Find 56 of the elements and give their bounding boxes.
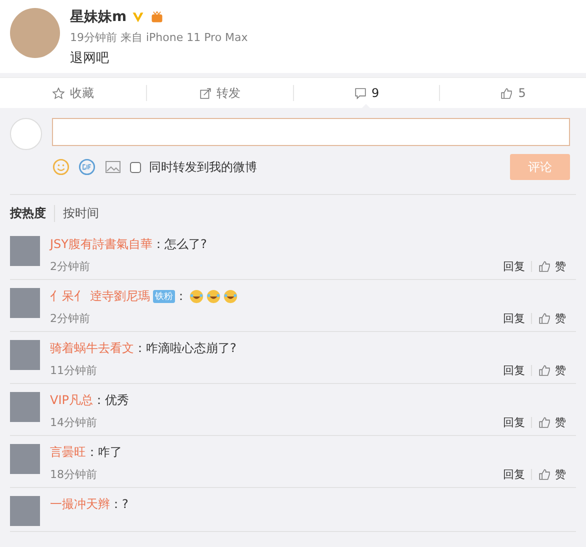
fan-badge: 铁粉 [152,290,175,303]
comment-time: 14分钟前 [50,415,97,430]
comment-time: 11分钟前 [50,363,97,378]
avatar [10,392,40,422]
avatar [10,340,40,370]
smiley-icon [52,158,70,176]
checkbox[interactable] [130,162,141,172]
comment-text: ：咋滴啦心态崩了? [134,340,236,357]
checkbox-label: 同时转发到我的微博 [149,158,257,176]
like-button[interactable]: 赞 [538,415,566,430]
like-button[interactable]: 赞 [538,363,566,378]
gif-icon [78,158,96,176]
like-button[interactable]: 5 [440,85,586,101]
comment-text: ：优秀 [92,392,129,409]
image-icon [104,159,122,175]
avatar [10,496,40,526]
repost-button[interactable]: 转发 [146,85,294,101]
comment-input[interactable] [52,118,570,146]
share-icon [198,86,212,100]
user-avatar [10,118,42,150]
like-button[interactable]: 赞 [538,467,566,482]
thumbs-up-icon [538,468,551,481]
comment-text: ：怎么了? [152,236,207,253]
thumbs-up-icon [538,312,551,325]
comment-time: 2分钟前 [50,311,90,326]
laughing-emoji-icon [222,289,238,304]
thumbs-up-icon [500,86,514,100]
author-name[interactable]: 星妹妹m [70,8,127,26]
comment-text: ：? [110,496,128,513]
post-text: 退网吧 [70,50,110,67]
comment-text: ： [174,288,187,305]
comment-time: 2分钟前 [50,259,90,274]
laughing-emoji-icon [206,289,221,304]
comment-icon [354,86,367,100]
thumbs-up-icon [538,364,551,377]
laughing-emoji-icon [188,289,204,304]
reply-button[interactable]: 回复 [503,259,525,274]
avatar [10,444,40,474]
comment-time: 18分钟前 [50,467,97,482]
avatar [10,236,40,266]
thumbs-up-icon [538,260,551,273]
star-icon [52,86,65,100]
reply-button[interactable]: 回复 [503,467,525,482]
reply-button[interactable]: 回复 [503,311,525,326]
like-button[interactable]: 赞 [538,259,566,274]
avatar [10,288,40,318]
comment-text: ：咋了 [86,444,122,461]
thumbs-up-icon [538,416,551,429]
sort-tab[interactable]: 按热度 [10,205,55,222]
like-button[interactable]: 赞 [538,311,566,326]
avatar [10,8,60,58]
favorite-button[interactable]: 收藏 [0,85,147,101]
sort-tab[interactable]: 按时间 [63,205,107,222]
reply-button[interactable]: 回复 [503,415,525,430]
post-meta: 19分钟前 来自 iPhone 11 Pro Max [70,30,248,45]
reply-button[interactable]: 回复 [503,363,525,378]
